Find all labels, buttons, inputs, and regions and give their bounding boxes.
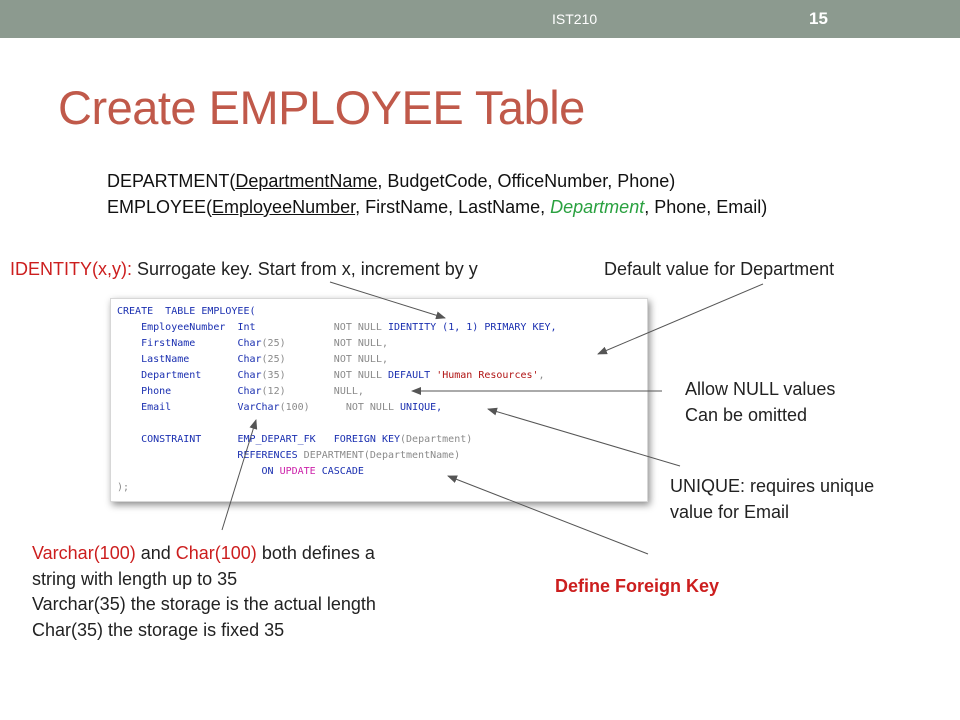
unique-arrow	[487, 407, 681, 467]
default-arrow	[597, 283, 764, 355]
foreign-key-arrow	[447, 475, 649, 555]
identity-arrow	[329, 281, 446, 320]
varchar-arrow	[221, 419, 258, 531]
annotation-arrows	[221, 281, 764, 555]
